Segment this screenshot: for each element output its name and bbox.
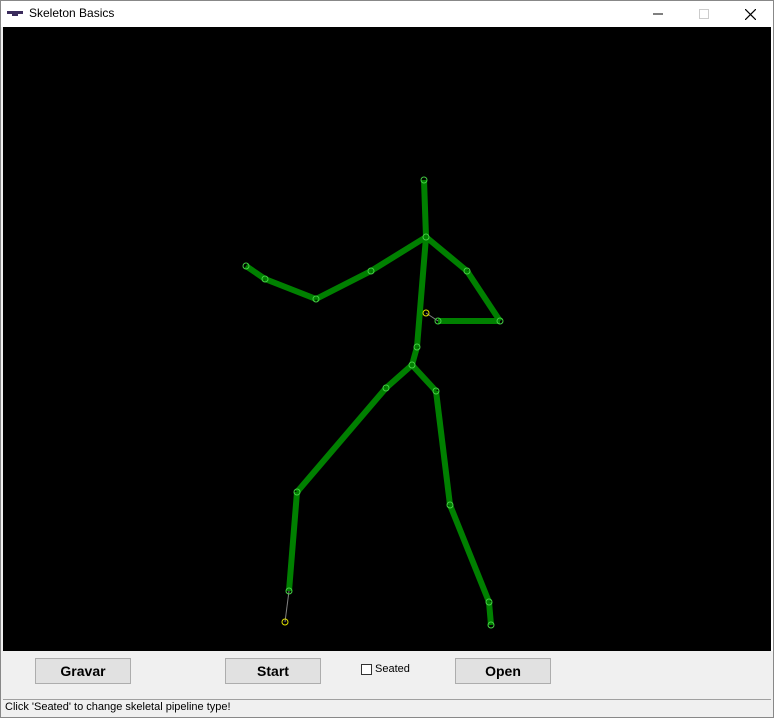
bone-hip-center-to-hip-left	[384, 362, 414, 391]
bone-shoulder-center-to-spine	[414, 236, 429, 348]
skeleton-figure	[242, 176, 504, 629]
status-bar: Click 'Seated' to change skeletal pipeli…	[3, 699, 771, 715]
control-panel: Gravar Start Seated Open	[1, 651, 773, 699]
bone-head-to-shoulder-center	[421, 179, 429, 238]
close-button[interactable]	[727, 1, 773, 27]
bone-hip-right-to-knee-right	[433, 390, 453, 506]
skeleton-canvas	[3, 27, 773, 651]
title-bar[interactable]: Skeleton Basics	[1, 1, 773, 27]
window-title: Skeleton Basics	[29, 6, 115, 20]
bone-wrist-right-to-hand-right	[425, 312, 439, 322]
bone-shoulder-center-to-shoulder-left	[369, 234, 428, 274]
start-button[interactable]: Start	[225, 658, 321, 684]
kinect-sensor-icon	[7, 11, 23, 16]
bone-hip-center-to-hip-right	[409, 362, 439, 394]
bone-knee-left-to-ankle-left	[286, 491, 300, 592]
app-window: Skeleton Basics Gravar Start Seated Open…	[0, 0, 774, 718]
bone-shoulder-right-to-elbow-right	[464, 269, 503, 323]
bone-knee-right-to-ankle-right	[447, 503, 492, 604]
minimize-button[interactable]	[635, 1, 681, 27]
bone-shoulder-center-to-shoulder-right	[424, 234, 469, 274]
seated-checkbox-label[interactable]: Seated	[375, 663, 410, 675]
maximize-icon	[699, 9, 709, 19]
open-button[interactable]: Open	[455, 658, 551, 684]
close-icon	[744, 8, 756, 20]
status-text: Click 'Seated' to change skeletal pipeli…	[5, 701, 231, 713]
bone-elbow-left-to-wrist-left	[263, 276, 318, 302]
bone-ankle-left-to-foot-left	[284, 590, 290, 623]
minimize-icon	[653, 13, 663, 15]
maximize-button[interactable]	[681, 1, 727, 27]
bone-hip-left-to-knee-left	[294, 386, 389, 494]
gravar-button[interactable]: Gravar	[35, 658, 131, 684]
seated-checkbox-box[interactable]	[361, 663, 372, 675]
bone-shoulder-left-to-elbow-left	[314, 268, 373, 302]
seated-checkbox[interactable]: Seated	[361, 661, 410, 677]
